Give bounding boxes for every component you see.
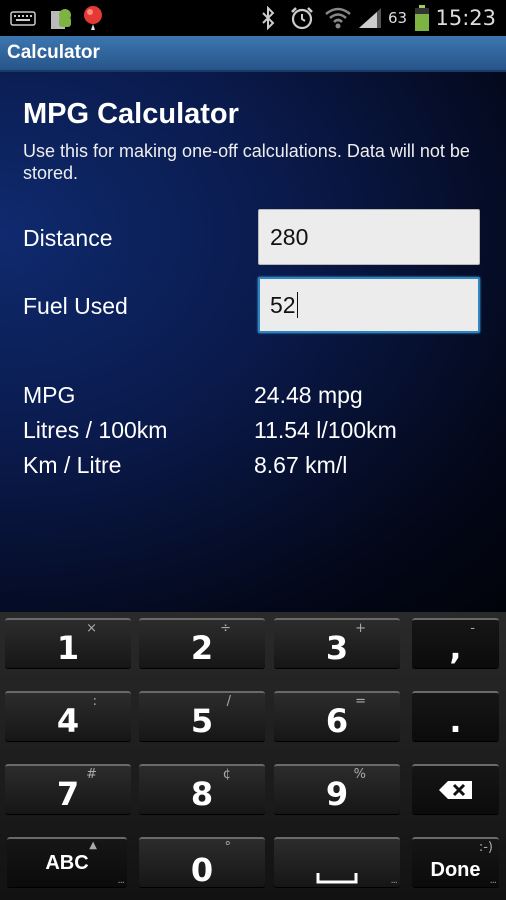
litres-per-100km-label: Litres / 100km	[23, 417, 168, 443]
wifi-icon	[324, 4, 352, 32]
android-sd-icon	[46, 4, 74, 32]
key-label: Done	[430, 859, 481, 881]
battery-charging-icon	[412, 4, 432, 32]
space-key[interactable]: ...	[274, 837, 400, 887]
key-label: 2	[190, 629, 214, 667]
key-sub-label: ¢	[222, 767, 231, 782]
key-label: 6	[325, 702, 349, 740]
key-sub-label: ▲	[89, 840, 97, 851]
backspace-icon	[439, 781, 472, 799]
key-0[interactable]: 0 °	[139, 837, 265, 889]
more-indicator: ...	[117, 875, 124, 886]
abc-mode-key[interactable]: ABC ▲ ...	[7, 837, 127, 887]
key-7[interactable]: 7 #	[5, 764, 131, 814]
app-title: Calculator	[7, 42, 100, 63]
key-9[interactable]: 9 %	[274, 764, 400, 814]
key-sub-label: +	[355, 621, 366, 636]
mpg-label: MPG	[23, 382, 76, 408]
clock: 15:23	[435, 6, 496, 30]
mpg-calculator-panel: MPG Calculator Use this for making one-o…	[0, 72, 506, 612]
bluetooth-icon	[258, 4, 278, 32]
key-label: 5	[190, 702, 214, 740]
key-sub-label: -	[470, 621, 475, 636]
distance-value: 280	[270, 223, 309, 250]
key-8[interactable]: 8 ¢	[139, 764, 265, 814]
fuel-used-input[interactable]: 52	[258, 277, 480, 333]
key-period[interactable]: .	[412, 691, 499, 741]
space-icon	[316, 873, 358, 884]
battery-percent: 63	[388, 9, 408, 27]
key-sub-label: °	[224, 840, 232, 855]
litres-per-100km-value: 11.54 l/100km	[254, 417, 397, 443]
distance-input[interactable]: 280	[258, 209, 480, 265]
fuel-used-value: 52	[270, 291, 296, 318]
key-label: 1	[56, 629, 80, 667]
alarm-icon	[288, 4, 316, 32]
key-sub-label: /	[226, 694, 231, 709]
signal-icon	[356, 4, 384, 32]
status-bar: 63 15:23	[0, 0, 506, 36]
key-label: ABC	[45, 852, 89, 874]
key-sub-label: %	[353, 767, 366, 782]
key-6[interactable]: 6 =	[274, 691, 400, 741]
key-1[interactable]: 1 ×	[5, 618, 131, 668]
more-indicator: ...	[390, 875, 397, 886]
key-label: 3	[325, 629, 349, 667]
key-label: ,	[449, 629, 462, 667]
key-sub-label: :	[92, 694, 97, 709]
page-description: Use this for making one-off calculations…	[23, 141, 470, 183]
key-label: 9	[325, 775, 349, 813]
fuel-used-label: Fuel Used	[23, 293, 128, 319]
key-label: 4	[56, 702, 80, 740]
key-sub-label: =	[355, 694, 366, 709]
key-label: 0	[190, 851, 214, 889]
key-3[interactable]: 3 +	[274, 618, 400, 668]
balloon-notification-icon	[80, 4, 106, 32]
km-per-litre-label: Km / Litre	[23, 452, 122, 478]
key-4[interactable]: 4 :	[5, 691, 131, 741]
key-5[interactable]: 5 /	[139, 691, 265, 741]
key-2[interactable]: 2 ÷	[139, 618, 265, 668]
key-sub-label: ÷	[220, 621, 231, 636]
distance-label: Distance	[23, 225, 113, 251]
key-label: 7	[56, 775, 80, 813]
numeric-keyboard: 1 × 2 ÷ 3 + , - 4 : 5 / 6 = . 7 # 8 ¢ 9 …	[0, 612, 506, 900]
page-title: MPG Calculator	[23, 98, 239, 130]
keyboard-icon	[8, 4, 38, 32]
key-sub-label: ×	[86, 621, 97, 636]
key-label: 8	[190, 775, 214, 813]
key-sub-label: #	[86, 767, 97, 782]
done-key[interactable]: Done :-) ...	[412, 837, 499, 887]
app-title-bar: Calculator	[0, 36, 506, 72]
more-indicator: ...	[489, 875, 496, 886]
mpg-value: 24.48 mpg	[254, 382, 363, 408]
text-cursor	[296, 292, 298, 318]
key-label: .	[449, 702, 462, 740]
key-sub-label: :-)	[478, 840, 493, 855]
backspace-key[interactable]	[412, 764, 499, 814]
km-per-litre-value: 8.67 km/l	[254, 452, 348, 478]
key-comma[interactable]: , -	[412, 618, 499, 668]
